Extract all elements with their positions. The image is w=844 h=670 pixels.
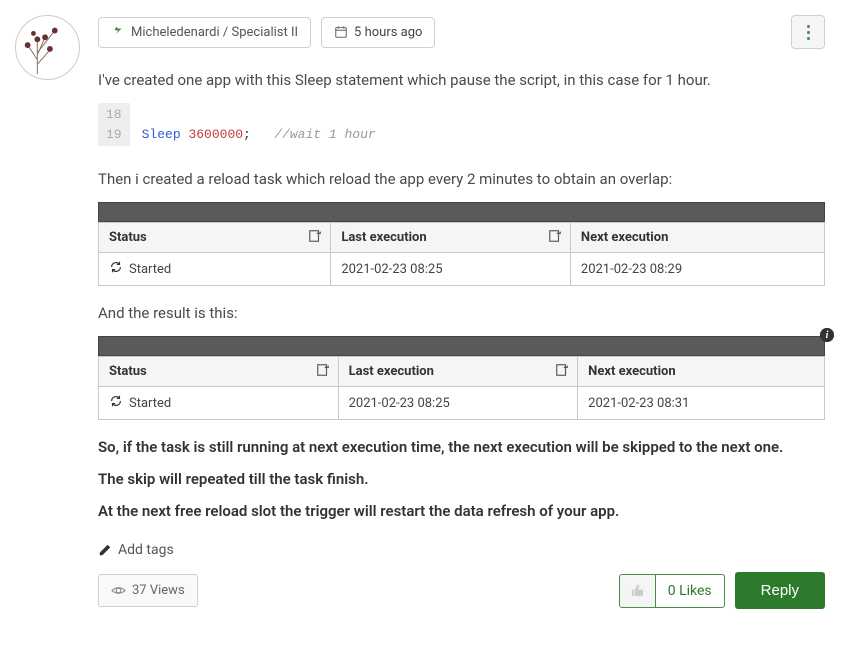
author-rank: Specialist II <box>232 25 299 40</box>
code-comment: //wait 1 hour <box>274 127 375 142</box>
likes-count[interactable]: 0 Likes <box>656 575 724 607</box>
task-table-2: Status Last execution Next execution Sta… <box>98 336 825 420</box>
col-next-exec[interactable]: Next execution <box>570 223 824 253</box>
col-last-exec[interactable]: Last execution <box>338 357 578 387</box>
paragraph: At the next free reload slot the trigger… <box>98 502 825 520</box>
line-number: 19 <box>106 125 122 145</box>
tags-label: Add tags <box>118 542 174 558</box>
avatar[interactable] <box>15 15 80 80</box>
table-row: Startedi 2021-02-23 08:25 2021-02-23 08:… <box>99 253 825 286</box>
info-icon[interactable]: i <box>820 328 834 342</box>
status-value: Started <box>129 262 171 277</box>
code-punct: ; <box>243 127 251 142</box>
filter-icon <box>316 363 330 381</box>
filter-icon <box>308 229 322 247</box>
post-menu-button[interactable] <box>791 15 825 49</box>
posted-time: 5 hours ago <box>354 25 422 40</box>
col-last-exec[interactable]: Last execution <box>331 223 571 253</box>
paragraph: And the result is this: <box>98 304 825 322</box>
filter-icon <box>555 363 569 381</box>
paragraph: I've created one app with this Sleep sta… <box>98 71 825 89</box>
filter-icon <box>548 229 562 247</box>
views-count: 37 Views <box>98 574 198 607</box>
code-block: 18 19 Sleep 3600000; //wait 1 hour <box>98 103 825 146</box>
next-exec-value: 2021-02-23 08:31 <box>578 387 825 420</box>
like-button[interactable] <box>620 575 656 607</box>
kebab-icon <box>807 25 810 40</box>
timestamp-badge: 5 hours ago <box>321 17 435 48</box>
paragraph: The skip will repeated till the task fin… <box>98 470 825 488</box>
last-exec-value: 2021-02-23 08:25 <box>331 253 571 286</box>
line-number: 18 <box>106 105 122 125</box>
col-status[interactable]: Status <box>99 357 339 387</box>
eye-icon <box>111 583 126 598</box>
paragraph: So, if the task is still running at next… <box>98 438 825 456</box>
table-row: Startedi 2021-02-23 08:25 2021-02-23 08:… <box>99 387 825 420</box>
paragraph: Then i created a reload task which reloa… <box>98 170 825 188</box>
reply-button[interactable]: Reply <box>735 572 825 609</box>
add-tags-link[interactable]: Add tags <box>98 542 825 558</box>
col-next-exec[interactable]: Next execution <box>578 357 825 387</box>
refresh-icon <box>109 260 123 278</box>
task-table-1: Status Last execution Next execution Sta… <box>98 202 825 286</box>
likes-widget: 0 Likes <box>619 574 725 608</box>
col-status[interactable]: Status <box>99 223 331 253</box>
status-value: Started <box>129 396 171 411</box>
author-badge[interactable]: Micheledenardi / Specialist II <box>98 17 311 48</box>
next-exec-value: 2021-02-23 08:29 <box>570 253 824 286</box>
thumbs-up-icon <box>630 583 645 598</box>
code-number: 3600000 <box>188 127 243 142</box>
calendar-icon <box>334 25 348 39</box>
pencil-icon <box>98 543 112 557</box>
refresh-icon <box>109 394 123 412</box>
author-name: Micheledenardi <box>131 25 220 40</box>
last-exec-value: 2021-02-23 08:25 <box>338 387 578 420</box>
code-keyword: Sleep <box>142 127 181 142</box>
